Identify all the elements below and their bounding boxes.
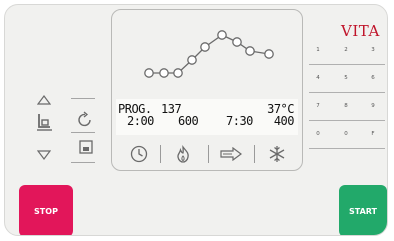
start-button[interactable]: START [339, 185, 387, 235]
snowflake-icon [269, 146, 285, 162]
curve-point [187, 55, 197, 65]
clock-icon [130, 145, 148, 163]
numeric-keypad: 1 2 3 4 5 6 7 8 9 0 0 F [305, 43, 387, 153]
keypad-key-6[interactable]: 6 [361, 71, 385, 85]
curve-point [173, 68, 183, 78]
keypad-key-1[interactable]: 1 [306, 43, 330, 57]
left-divider-top [71, 98, 95, 99]
flame-icon [177, 145, 189, 163]
icon-divider [254, 145, 255, 163]
rotate-icon[interactable] [75, 110, 95, 130]
furnace-control-panel: PROG. 137 37°C 2:00 600 7:30 400 VITA 1 … [4, 4, 388, 236]
left-divider-middle [71, 132, 95, 133]
save-icon[interactable] [78, 139, 94, 155]
chair-icon [37, 114, 52, 131]
keypad-key-0[interactable]: 0 [334, 127, 358, 141]
transfer-button[interactable] [212, 140, 250, 168]
arrow-right-icon [220, 147, 242, 161]
function-icon-row [112, 136, 302, 170]
curve-point [264, 49, 274, 59]
arrow-down-icon[interactable] [37, 150, 51, 160]
program-display: PROG. 137 37°C 2:00 600 7:30 400 [111, 9, 303, 171]
keypad-divider [309, 64, 385, 65]
curve-point [245, 46, 255, 56]
heat-button[interactable] [164, 140, 202, 168]
left-navigation [33, 95, 53, 165]
timer-button[interactable] [120, 140, 158, 168]
keypad-key-2[interactable]: 2 [334, 43, 358, 57]
keypad-divider [309, 92, 385, 93]
keypad-key-0-left[interactable]: 0 [306, 127, 330, 141]
brand-logo: VITA [341, 22, 380, 40]
keypad-key-7[interactable]: 7 [306, 99, 330, 113]
cooling-button[interactable] [258, 140, 296, 168]
keypad-key-8[interactable]: 8 [334, 99, 358, 113]
stop-button[interactable]: STOP [19, 185, 73, 235]
lcd-row-values: 2:00 600 7:30 400 [118, 115, 296, 127]
icon-divider [208, 145, 209, 163]
keypad-divider [309, 120, 385, 121]
keypad-key-5[interactable]: 5 [334, 71, 358, 85]
keypad-key-9[interactable]: 9 [361, 99, 385, 113]
curve-point [159, 68, 169, 78]
firing-curve-graph [144, 30, 274, 78]
keypad-key-f[interactable]: F [361, 127, 385, 141]
curve-point [217, 30, 227, 40]
keypad-divider [309, 148, 385, 149]
temperature-value-2: 400 [273, 114, 295, 128]
time-value-1: 2:00 [127, 114, 154, 128]
temperature-value-1: 600 [178, 114, 199, 128]
curve-point [232, 37, 242, 47]
keypad-key-4[interactable]: 4 [306, 71, 330, 85]
keypad-key-3[interactable]: 3 [361, 43, 385, 57]
time-value-2: 7:30 [226, 114, 253, 128]
icon-divider [160, 145, 161, 163]
arrow-up-icon[interactable] [37, 95, 51, 105]
curve-point [144, 68, 154, 78]
curve-point [200, 42, 210, 52]
lcd-readout: PROG. 137 37°C 2:00 600 7:30 400 [116, 99, 298, 135]
left-divider-bottom [71, 162, 95, 163]
